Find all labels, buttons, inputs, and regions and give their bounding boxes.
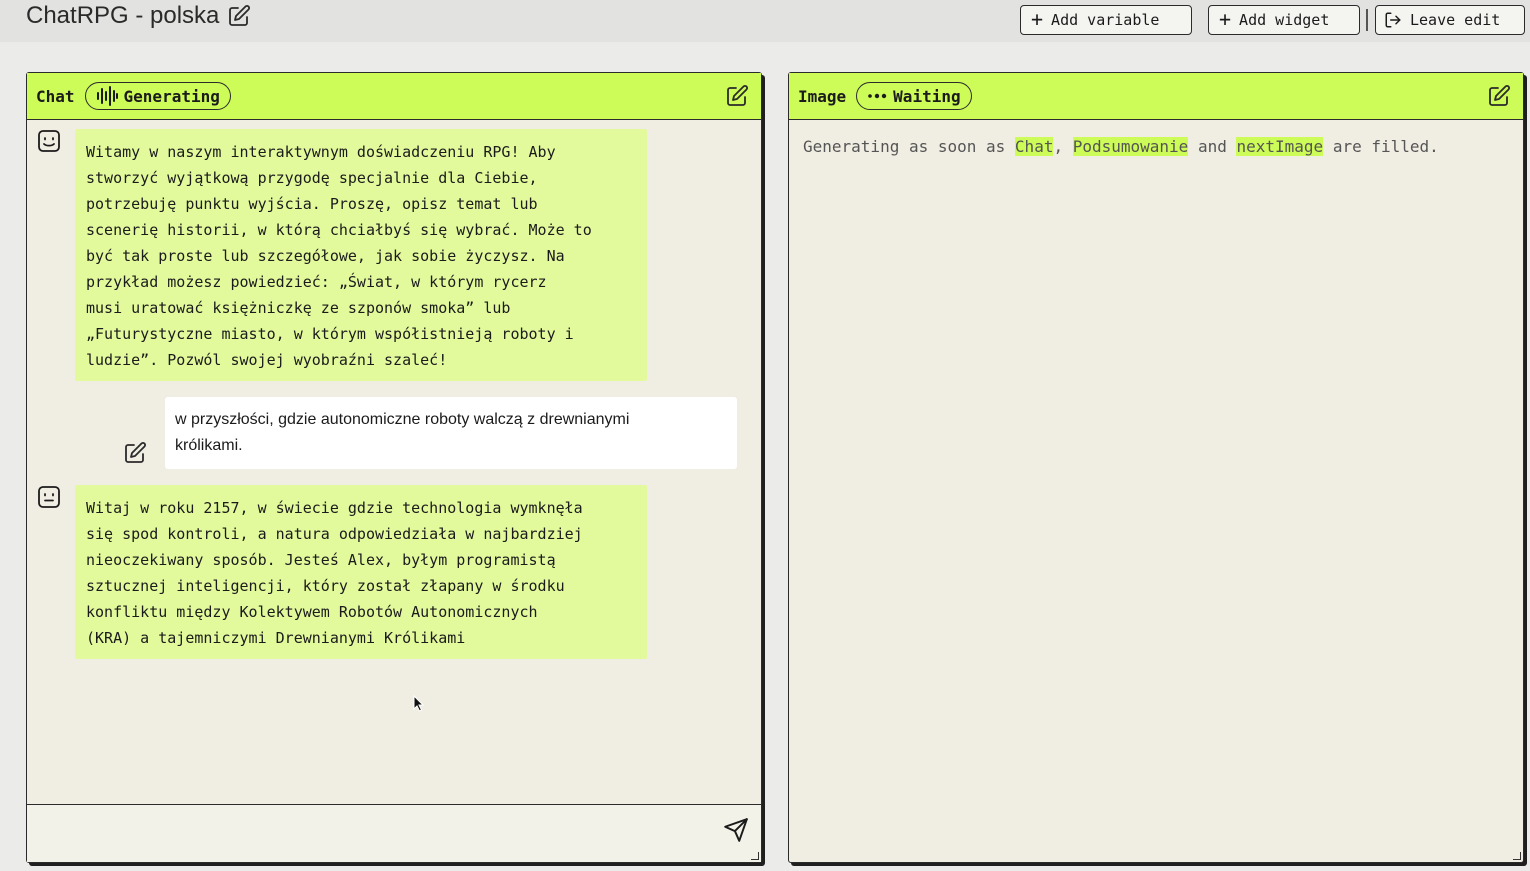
variable-tag-podsumowanie: Podsumowanie	[1072, 137, 1189, 156]
leave-edit-label: Leave edit	[1410, 11, 1501, 29]
app-title: ChatRPG - polska	[26, 2, 251, 30]
resize-handle[interactable]	[1513, 852, 1521, 860]
edit-icon[interactable]	[227, 4, 251, 28]
add-widget-label: Add widget	[1239, 11, 1330, 29]
waiting-separator: and	[1188, 137, 1237, 156]
status-badge: Generating	[84, 82, 231, 110]
bot-message-bubble: Witamy w naszym interaktywnym doświadcze…	[75, 129, 647, 381]
add-variable-label: Add variable	[1051, 11, 1160, 29]
chat-widget-header: Chat Generating	[27, 73, 761, 120]
bot-avatar-icon	[38, 486, 60, 508]
status-label: Generating	[123, 86, 220, 106]
edit-icon[interactable]	[1487, 84, 1511, 108]
variable-tag-chat: Chat	[1014, 137, 1054, 156]
log-out-icon	[1385, 12, 1401, 28]
variable-tag-nextimage: nextImage	[1236, 137, 1324, 156]
mouse-cursor-icon	[413, 695, 425, 712]
add-widget-button[interactable]: + Add widget	[1208, 5, 1360, 35]
waiting-separator: ,	[1053, 137, 1073, 156]
ellipsis-icon	[868, 93, 887, 99]
app-title-text: ChatRPG - polska	[26, 2, 220, 29]
leave-edit-button[interactable]: Leave edit	[1375, 5, 1525, 35]
send-icon[interactable]	[723, 817, 749, 843]
chat-input[interactable]	[27, 804, 761, 862]
chat-widget-title: Chat	[36, 86, 75, 106]
image-widget-header: Image Waiting	[789, 73, 1523, 120]
chat-widget: Chat Generating Witamy w naszym interakt	[26, 72, 762, 863]
image-widget: Image Waiting Generating as soon as Chat…	[788, 72, 1524, 863]
toolbar-divider	[1366, 9, 1368, 31]
add-variable-button[interactable]: + Add variable	[1020, 5, 1192, 35]
bot-avatar-icon	[38, 130, 60, 152]
status-label: Waiting	[893, 86, 961, 106]
image-widget-title: Image	[798, 86, 847, 106]
top-bar: ChatRPG - polska + Add variable + Add wi…	[0, 0, 1530, 42]
edit-icon[interactable]	[123, 441, 147, 465]
bot-message-bubble: Witaj w roku 2157, w świecie gdzie techn…	[75, 485, 647, 659]
waiting-prefix: Generating as soon as	[803, 137, 1015, 156]
waiting-suffix: are filled.	[1323, 137, 1439, 156]
plus-icon: +	[1219, 7, 1232, 31]
user-message-bubble: w przyszłości, gdzie autonomiczne roboty…	[165, 397, 737, 469]
waiting-message: Generating as soon as Chat, Podsumowanie…	[803, 137, 1439, 156]
plus-icon: +	[1031, 7, 1044, 31]
resize-handle[interactable]	[751, 852, 759, 860]
status-badge: Waiting	[856, 82, 972, 110]
audio-wave-icon	[96, 86, 118, 106]
edit-icon[interactable]	[725, 84, 749, 108]
